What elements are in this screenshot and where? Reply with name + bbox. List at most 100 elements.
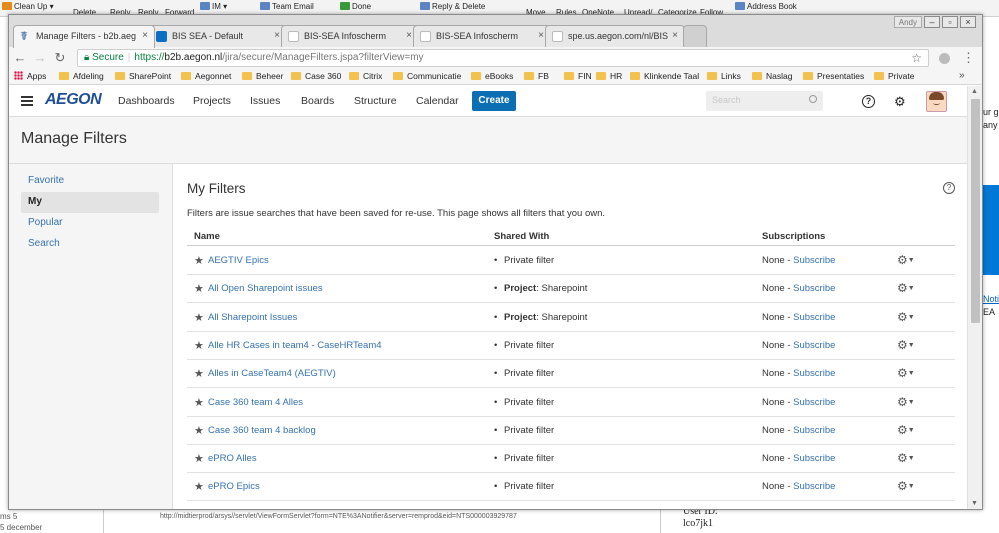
filter-actions-gear-icon[interactable]: ⚙▼ [897, 366, 915, 380]
filter-name-link[interactable]: Alles in CaseTeam4 (AEGTIV) [208, 368, 336, 379]
favorite-star-icon[interactable]: ★ [194, 480, 204, 493]
bookmark-folder[interactable]: Citrix [349, 71, 382, 81]
subscribe-link[interactable]: Subscribe [793, 283, 835, 294]
filter-actions-gear-icon[interactable]: ⚙▼ [897, 338, 915, 352]
tab-spe-us-aegon[interactable]: spe.us.aegon.com/nl/BIS × [545, 25, 685, 47]
new-tab-button[interactable] [683, 25, 707, 47]
filter-name-link[interactable]: ePRO Alles [208, 453, 257, 464]
close-window-button[interactable]: × [960, 16, 976, 28]
bookmark-folder[interactable]: Aegonnet [181, 71, 231, 81]
filter-actions-gear-icon[interactable]: ⚙▼ [897, 479, 915, 493]
outlook-right-link[interactable]: Noti [983, 294, 999, 304]
subscribe-link[interactable]: Subscribe [793, 312, 835, 323]
bookmark-folder[interactable]: Afdeling [59, 71, 104, 81]
nav-calendar[interactable]: Calendar [416, 95, 459, 107]
bookmark-folder[interactable]: Klinkende Taal [630, 71, 699, 81]
subscribe-link[interactable]: Subscribe [793, 481, 835, 492]
ribbon-done[interactable]: Done [340, 2, 371, 11]
reload-icon[interactable]: ↻ [53, 50, 67, 66]
filter-actions-gear-icon[interactable]: ⚙▼ [897, 253, 915, 267]
tab-close-icon[interactable]: × [142, 30, 148, 41]
outlook-bottom-url[interactable]: http://midtierprod/arsys//servlet/ViewFo… [160, 513, 517, 520]
tab-close-icon[interactable]: × [274, 30, 280, 41]
filter-name-link[interactable]: All Open Sharepoint issues [208, 283, 323, 294]
ribbon-clean-up[interactable]: Clean Up ▾ [2, 2, 54, 11]
bookmarks-overflow-icon[interactable]: » [959, 70, 965, 81]
bookmark-folder[interactable]: Presentaties [803, 71, 864, 81]
filter-actions-gear-icon[interactable]: ⚙▼ [897, 395, 915, 409]
page-scrollbar[interactable]: ▲ ▼ [967, 86, 982, 509]
scroll-down-icon[interactable]: ▼ [971, 500, 978, 507]
bookmark-folder[interactable]: FIN [564, 71, 592, 81]
extension-icon[interactable] [939, 53, 950, 64]
aegon-logo[interactable]: AEGON [45, 91, 102, 109]
ribbon-team-email[interactable]: Team Email [260, 2, 314, 11]
bookmark-folder[interactable]: FB [524, 71, 549, 81]
nav-structure[interactable]: Structure [354, 95, 397, 107]
ribbon-reply-delete[interactable]: Reply & Delete [420, 2, 485, 11]
bookmark-folder[interactable]: Beheer [242, 71, 283, 81]
jira-search-input[interactable]: Search [706, 91, 823, 111]
ribbon-im[interactable]: IM ▾ [200, 2, 227, 11]
subscribe-link[interactable]: Subscribe [793, 425, 835, 436]
sidebar-item-popular[interactable]: Popular [21, 213, 159, 234]
create-button[interactable]: Create [472, 91, 516, 111]
subscribe-link[interactable]: Subscribe [793, 368, 835, 379]
tab-close-icon[interactable]: × [538, 30, 544, 41]
forward-arrow-icon[interactable]: → [33, 50, 47, 65]
favorite-star-icon[interactable]: ★ [194, 282, 204, 295]
subscribe-link[interactable]: Subscribe [793, 255, 835, 266]
filter-name-link[interactable]: Alle HR Cases in team4 - CaseHRTeam4 [208, 340, 382, 351]
filter-actions-gear-icon[interactable]: ⚙▼ [897, 423, 915, 437]
bookmark-folder[interactable]: Communicatie [393, 71, 461, 81]
filter-name-link[interactable]: Case 360 team 4 Alles [208, 397, 303, 408]
subscribe-link[interactable]: Subscribe [793, 340, 835, 351]
nav-issues[interactable]: Issues [250, 95, 280, 107]
bookmark-star-icon[interactable]: ☆ [911, 51, 922, 65]
tab-bis-sea-infoscherm-2[interactable]: BIS-SEA Infoscherm × [413, 25, 551, 47]
tab-manage-filters[interactable]: ☤ Manage Filters - b2b.aeg × [13, 25, 155, 48]
sidebar-item-my[interactable]: My [21, 192, 159, 213]
scrollbar-thumb[interactable] [971, 99, 980, 323]
bookmark-folder[interactable]: Case 360 [291, 71, 341, 81]
user-avatar[interactable] [926, 91, 947, 112]
column-header-name[interactable]: Name [194, 231, 220, 242]
minimize-button[interactable]: – [924, 16, 940, 28]
filter-name-link[interactable]: All Sharepoint Issues [208, 312, 297, 323]
tab-close-icon[interactable]: × [406, 30, 412, 41]
hamburger-menu-icon[interactable] [21, 96, 33, 106]
tab-close-icon[interactable]: × [672, 30, 678, 41]
url-input[interactable]: 🔒︎ Secure | https://b2b.aegon.nl/jira/secu… [77, 49, 929, 67]
filter-actions-gear-icon[interactable]: ⚙▼ [897, 451, 915, 465]
bookmark-folder[interactable]: HR [596, 71, 622, 81]
favorite-star-icon[interactable]: ★ [194, 424, 204, 437]
back-arrow-icon[interactable]: ← [13, 50, 27, 65]
tab-bis-sea-default[interactable]: BIS SEA - Default × [149, 25, 287, 47]
bookmark-folder[interactable]: Private [874, 71, 914, 81]
subscribe-link[interactable]: Subscribe [793, 453, 835, 464]
help-icon[interactable]: ? [862, 95, 875, 108]
bookmark-folder[interactable]: eBooks [471, 71, 513, 81]
filter-actions-gear-icon[interactable]: ⚙▼ [897, 281, 915, 295]
chrome-menu-icon[interactable]: ⋮ [962, 50, 975, 66]
settings-gear-icon[interactable]: ⚙ [894, 94, 906, 110]
favorite-star-icon[interactable]: ★ [194, 311, 204, 324]
help-question-icon[interactable]: ? [943, 182, 955, 194]
filter-name-link[interactable]: ePRO Epics [208, 481, 260, 492]
nav-projects[interactable]: Projects [193, 95, 231, 107]
ribbon-address-book[interactable]: Address Book [735, 2, 797, 11]
favorite-star-icon[interactable]: ★ [194, 367, 204, 380]
profile-button[interactable]: Andy [893, 16, 922, 28]
filter-actions-gear-icon[interactable]: ⚙▼ [897, 310, 915, 324]
nav-boards[interactable]: Boards [301, 95, 334, 107]
scroll-up-icon[interactable]: ▲ [971, 88, 978, 95]
tab-bis-sea-infoscherm[interactable]: BIS-SEA Infoscherm × [281, 25, 419, 47]
favorite-star-icon[interactable]: ★ [194, 254, 204, 267]
nav-dashboards[interactable]: Dashboards [118, 95, 175, 107]
bookmark-folder[interactable]: SharePoint [115, 71, 171, 81]
bookmark-folder[interactable]: Links [707, 71, 741, 81]
favorite-star-icon[interactable]: ★ [194, 396, 204, 409]
favorite-star-icon[interactable]: ★ [194, 339, 204, 352]
filter-name-link[interactable]: Case 360 team 4 backlog [208, 425, 316, 436]
bookmark-folder[interactable]: Naslag [752, 71, 792, 81]
